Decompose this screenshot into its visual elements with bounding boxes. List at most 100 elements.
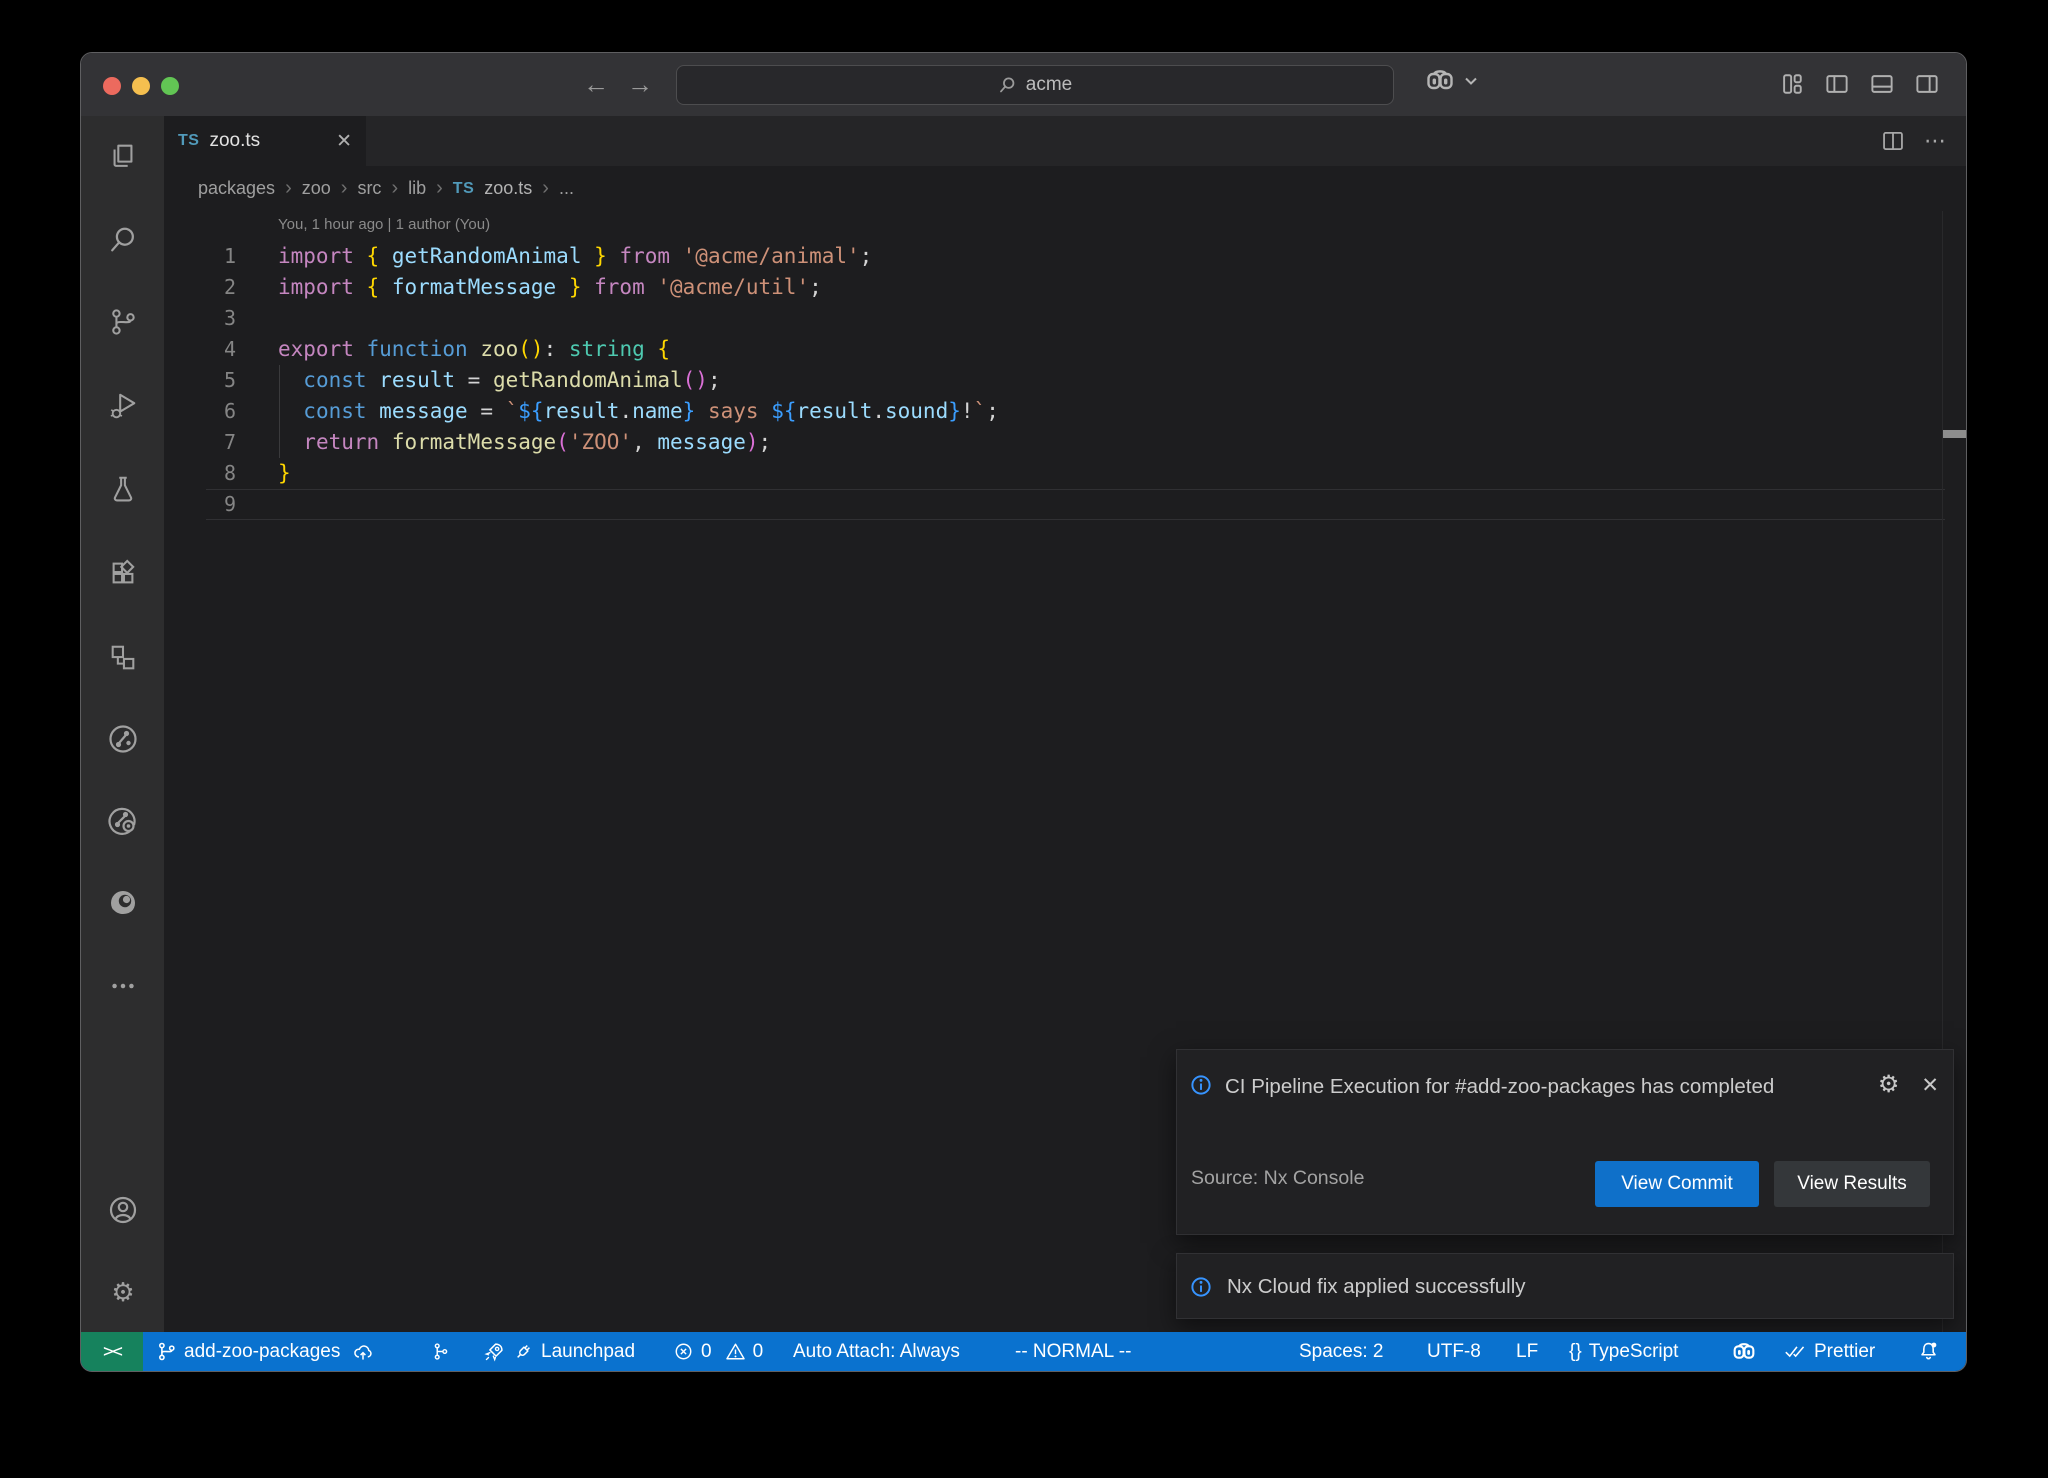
notification-settings-icon[interactable]: ⚙ (1878, 1072, 1900, 1098)
auto-attach-item[interactable]: Auto Attach: Always (793, 1332, 960, 1371)
search-value: acme (1026, 74, 1072, 96)
warning-icon (725, 1341, 746, 1362)
notification-message: CI Pipeline Execution for #add-zoo-packa… (1225, 1068, 1835, 1106)
remote-indicator[interactable]: >< (81, 1332, 143, 1371)
extensions-icon[interactable] (107, 557, 139, 589)
view-commit-button[interactable]: View Commit (1595, 1161, 1759, 1207)
braces-icon: {} (1569, 1341, 1582, 1363)
indentation-item[interactable]: Spaces: 2 (1299, 1332, 1384, 1371)
encoding-label: UTF-8 (1427, 1341, 1481, 1363)
line-number: 3 (164, 303, 236, 334)
run-and-debug-icon[interactable] (107, 390, 139, 422)
launchpad-item[interactable]: Launchpad (483, 1332, 635, 1371)
activity-bar: ⚙ (81, 116, 164, 1334)
copilot-icon (1731, 1342, 1757, 1362)
settings-gear-icon[interactable]: ⚙ (107, 1276, 139, 1308)
line-number: 2 (164, 272, 236, 303)
nx-console-icon[interactable] (107, 723, 139, 755)
view-results-button[interactable]: View Results (1774, 1161, 1930, 1207)
account-icon[interactable] (107, 1194, 139, 1226)
nx-cloud-icon[interactable] (107, 804, 139, 836)
code-line[interactable]: 5 const result = getRandomAnimal(); (164, 365, 1966, 396)
code-line[interactable]: 3 (164, 303, 1966, 334)
branch-indicator[interactable]: add-zoo-packages (156, 1332, 374, 1371)
search-icon[interactable] (107, 224, 139, 256)
more-actions-icon[interactable]: ⋯ (1924, 128, 1948, 154)
copilot-menu[interactable] (1424, 69, 1478, 93)
breadcrumb-item[interactable]: zoo (302, 178, 331, 199)
problems-indicator[interactable]: 0 0 (673, 1332, 763, 1371)
check-all-icon (1783, 1341, 1807, 1362)
remote-icon: >< (103, 1341, 121, 1362)
line-number: 8 (164, 458, 236, 489)
code-line[interactable]: 4export function zoo(): string { (164, 334, 1966, 365)
toggle-panel-icon[interactable] (1868, 70, 1896, 98)
language-label: TypeScript (1589, 1341, 1679, 1363)
source-control-icon[interactable] (107, 306, 139, 338)
zoom-window-button[interactable] (161, 77, 179, 95)
line-number: 7 (164, 427, 236, 458)
microsoft-edge-icon[interactable] (107, 887, 139, 919)
tab-zoo-ts[interactable]: TS zoo.ts ✕ (164, 116, 366, 166)
back-arrow-icon[interactable]: ← (583, 69, 609, 99)
language-mode-item[interactable]: {} TypeScript (1569, 1332, 1678, 1371)
git-graph-icon (430, 1341, 451, 1362)
toggle-primary-sidebar-icon[interactable] (1823, 70, 1851, 98)
breadcrumb-item[interactable]: packages (198, 178, 275, 199)
notification-toast: Nx Cloud fix applied successfully (1176, 1253, 1954, 1319)
cloud-upload-icon (352, 1341, 374, 1363)
code-line[interactable]: 8} (164, 458, 1966, 489)
chevron-right-icon: › (341, 177, 348, 200)
notifications-bell[interactable] (1917, 1332, 1940, 1371)
chevron-right-icon: › (542, 177, 549, 200)
testing-icon[interactable] (107, 473, 139, 505)
breadcrumb-item[interactable]: src (357, 178, 381, 199)
notification-source: Source: Nx Console (1191, 1167, 1364, 1190)
remote-explorer-icon[interactable] (107, 642, 139, 674)
codelens-blame[interactable]: You, 1 hour ago | 1 author (You) (278, 216, 490, 233)
breadcrumb-item[interactable]: lib (408, 178, 426, 199)
code-line[interactable]: 6 const message = `${result.name} says $… (164, 396, 1966, 427)
code-line-text: const message = `${result.name} says ${r… (278, 396, 999, 427)
spaces-label: Spaces: 2 (1299, 1341, 1384, 1363)
tab-strip: TS zoo.ts ✕ ⋯ (164, 116, 1966, 166)
indent-guide (279, 365, 280, 458)
code-line[interactable]: 7 return formatMessage('ZOO', message); (164, 427, 1966, 458)
branch-name: add-zoo-packages (184, 1341, 340, 1363)
copilot-status-item[interactable] (1731, 1332, 1757, 1371)
breadcrumb-file[interactable]: zoo.ts (484, 178, 532, 199)
vim-mode-indicator[interactable]: -- NORMAL -- (1015, 1332, 1131, 1371)
command-center-search[interactable]: acme (676, 65, 1394, 105)
forward-arrow-icon[interactable]: → (627, 69, 653, 99)
customize-layout-icon[interactable] (1778, 70, 1806, 98)
notification-message: Nx Cloud fix applied successfully (1227, 1275, 1526, 1299)
code-line-text: import { getRandomAnimal } from '@acme/a… (278, 241, 872, 272)
toggle-secondary-sidebar-icon[interactable] (1913, 70, 1941, 98)
more-views-icon[interactable] (107, 970, 139, 1002)
close-icon[interactable]: ✕ (1921, 1073, 1939, 1098)
breadcrumb-symbol[interactable]: ... (559, 178, 574, 199)
explorer-icon[interactable] (107, 140, 139, 172)
encoding-item[interactable]: UTF-8 (1427, 1332, 1481, 1371)
git-graph-item[interactable] (430, 1332, 451, 1371)
minimize-window-button[interactable] (132, 77, 150, 95)
formatter-label: Prettier (1814, 1341, 1875, 1363)
current-line-highlight (206, 489, 1945, 520)
chevron-down-icon (1464, 76, 1478, 86)
typescript-file-icon: TS (178, 132, 199, 150)
split-editor-icon[interactable] (1880, 128, 1906, 154)
eol-item[interactable]: LF (1516, 1332, 1538, 1371)
layout-controls (1778, 70, 1941, 98)
chevron-right-icon: › (285, 177, 292, 200)
info-icon (1189, 1073, 1213, 1097)
bell-icon (1917, 1340, 1940, 1363)
code-line[interactable]: 1import { getRandomAnimal } from '@acme/… (164, 241, 1966, 272)
formatter-item[interactable]: Prettier (1783, 1332, 1875, 1371)
overview-ruler-cursor-marker (1943, 430, 1966, 438)
close-tab-icon[interactable]: ✕ (336, 130, 352, 153)
line-number: 5 (164, 365, 236, 396)
code-line[interactable]: 2import { formatMessage } from '@acme/ut… (164, 272, 1966, 303)
info-icon (1189, 1275, 1213, 1299)
close-window-button[interactable] (103, 77, 121, 95)
code-line-text: } (278, 458, 291, 489)
